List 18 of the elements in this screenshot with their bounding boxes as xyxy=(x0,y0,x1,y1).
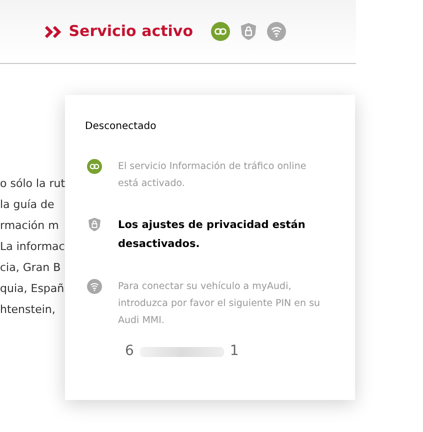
status-message: Los ajustes de privacidad están desactivados. xyxy=(118,218,306,252)
article-text-line: La informac xyxy=(0,239,66,255)
article-text-line: la guía de xyxy=(0,197,56,213)
service-status-title[interactable]: Servicio activo xyxy=(68,20,193,43)
article-text-line: cia, Gran B xyxy=(0,260,62,276)
pin-digit: 6 xyxy=(125,342,134,361)
pin-digit: 1 xyxy=(230,342,239,361)
article-text-line: o sólo la rut xyxy=(0,176,66,192)
status-message: Para conectar su vehículo a myAudi, introduzca por favor el siguiente PIN en su Audi MMI. xyxy=(118,280,322,328)
chevron-icon xyxy=(44,26,63,38)
article-text-line: rmación m xyxy=(0,218,60,234)
link-icon[interactable] xyxy=(211,22,230,41)
article-text-line: quia, Españ xyxy=(0,281,66,297)
shield-lock-icon[interactable] xyxy=(239,22,258,41)
wifi-icon[interactable] xyxy=(267,22,286,41)
status-message: El servicio Información de tráfico online está activado. xyxy=(118,160,308,191)
connection-status-heading: Desconectado xyxy=(85,120,158,134)
article-text-line: htenstein, xyxy=(0,302,56,318)
